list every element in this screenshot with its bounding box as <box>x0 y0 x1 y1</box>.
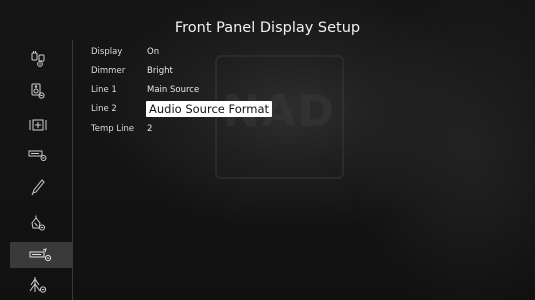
display-setup-icon <box>29 248 53 262</box>
setting-row-display[interactable]: Display On <box>91 43 159 61</box>
setting-row-line-1[interactable]: Line 1 Main Source <box>91 81 199 99</box>
setting-label: Line 1 <box>91 85 117 95</box>
sidebar-item-amp-setup[interactable] <box>20 142 56 168</box>
setting-label: Temp Line <box>91 124 135 134</box>
sidebar-item-pen-settings[interactable] <box>20 174 56 200</box>
audio-setup-icon <box>28 276 48 294</box>
setting-row-temp-line[interactable]: Temp Line 2 <box>91 120 152 138</box>
sidebar-item-display-setup[interactable] <box>10 242 72 268</box>
sidebar-item-speaker-setup[interactable] <box>20 78 56 104</box>
setting-value-selected[interactable]: Audio Source Format <box>146 101 273 117</box>
sidebar-item-zone-setup[interactable] <box>20 210 56 236</box>
pen-settings-icon <box>29 178 47 196</box>
setting-value[interactable]: 2 <box>147 124 152 134</box>
setting-label: Line 2 <box>91 104 117 114</box>
setting-value[interactable]: Main Source <box>147 85 199 95</box>
setting-row-dimmer[interactable]: Dimmer Bright <box>91 62 173 80</box>
amp-setup-icon <box>28 148 48 162</box>
sidebar-item-audio-setup[interactable] <box>20 272 56 298</box>
speaker-setup-icon <box>29 82 47 100</box>
sidebar-item-input-config[interactable] <box>20 46 56 72</box>
setting-value[interactable]: On <box>147 47 159 57</box>
sidebar <box>0 40 73 300</box>
zone-setup-icon <box>29 214 47 232</box>
input-config-icon <box>29 50 47 68</box>
setting-value[interactable]: Bright <box>147 66 173 76</box>
setting-row-line-2[interactable]: Line 2 Audio Source Format <box>91 100 273 118</box>
sidebar-item-listening-mode[interactable] <box>20 112 56 138</box>
setting-label: Display <box>91 47 123 57</box>
setting-label: Dimmer <box>91 66 126 76</box>
page-title: Front Panel Display Setup <box>174 20 361 36</box>
listening-mode-icon <box>28 117 48 133</box>
